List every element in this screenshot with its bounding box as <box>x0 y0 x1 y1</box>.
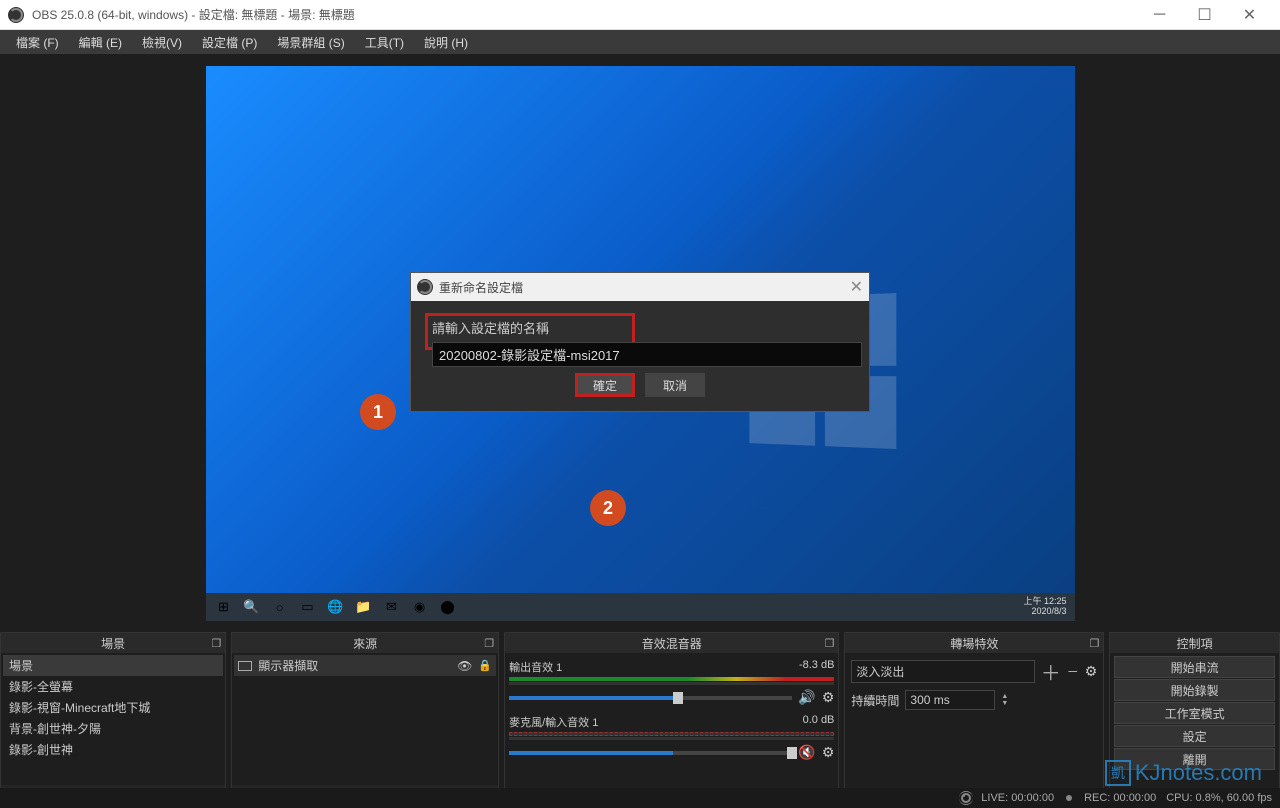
lock-icon[interactable]: 🔒 <box>478 659 492 672</box>
scene-item[interactable]: 錄影-全螢幕 <box>3 676 223 697</box>
popout-icon[interactable]: ❐ <box>1089 637 1099 650</box>
mixer-title: 音效混音器 <box>642 635 702 652</box>
start-streaming-button[interactable]: 開始串流 <box>1114 656 1275 678</box>
transitions-title: 轉場特效 <box>950 635 998 652</box>
volume-slider[interactable] <box>509 696 792 700</box>
menu-file[interactable]: 檔案 (F) <box>6 31 69 54</box>
scene-item[interactable]: 場景 <box>3 655 223 676</box>
source-label: 顯示器擷取 <box>258 657 318 674</box>
controls-title: 控制項 <box>1177 635 1213 652</box>
popout-icon[interactable]: ❐ <box>825 637 835 650</box>
menu-view[interactable]: 檢視(V) <box>132 31 192 54</box>
dialog-titlebar[interactable]: 重新命名設定檔 ✕ <box>411 273 869 301</box>
sources-title: 來源 <box>353 635 377 652</box>
broadcast-icon <box>961 793 971 803</box>
preview-taskbar: ⊞ 🔍 ○ ▭ 🌐 📁 ✉ ◉ ⬤ 上午 12:25 2020/8/3 <box>206 593 1075 621</box>
taskview-icon: ▭ <box>296 595 320 619</box>
vu-meter <box>509 732 834 736</box>
sources-list[interactable]: 顯示器擷取 👁 🔒 <box>232 653 498 785</box>
speaker-muted-icon[interactable]: 🔇 <box>798 744 815 761</box>
source-item[interactable]: 顯示器擷取 👁 🔒 <box>234 655 496 676</box>
window-title: OBS 25.0.8 (64-bit, windows) - 設定檔: 無標題 … <box>32 6 1137 23</box>
edge-icon: 🌐 <box>324 595 348 619</box>
transition-select[interactable]: 淡入淡出 <box>851 660 1034 683</box>
mixer-dock: 音效混音器 ❐ 輸出音效 1 -8.3 dB 🔊 ⚙ 麥克風/輸入音效 1 0.0 d… <box>504 632 839 808</box>
mail-icon: ✉ <box>380 595 404 619</box>
scenes-dock: 場景 ❐ 場景 錄影-全螢幕 錄影-視窗-Minecraft地下城 背景-創世神-… <box>0 632 226 808</box>
scene-item[interactable]: 錄影-創世神 <box>3 739 223 760</box>
speaker-icon[interactable]: 🔊 <box>798 689 815 706</box>
mixer-channel-mic: 麥克風/輸入音效 1 0.0 dB 🔇 ⚙ <box>509 714 834 761</box>
rename-profile-dialog: 重新命名設定檔 ✕ 請輸入設定檔的名稱 確定 取消 <box>410 272 870 412</box>
minimize-button[interactable]: ─ <box>1137 0 1182 30</box>
close-button[interactable]: ✕ <box>1227 0 1272 30</box>
scene-item[interactable]: 錄影-視窗-Minecraft地下城 <box>3 697 223 718</box>
start-recording-button[interactable]: 開始錄製 <box>1114 679 1275 701</box>
ok-button[interactable]: 確定 <box>575 373 635 397</box>
obs-taskbar-icon: ⬤ <box>436 595 460 619</box>
menu-scene-collection[interactable]: 場景群組 (S) <box>267 31 354 54</box>
taskbar-clock: 上午 12:25 2020/8/3 <box>1023 597 1070 617</box>
studio-mode-button[interactable]: 工作室模式 <box>1114 702 1275 724</box>
duration-label: 持續時間 <box>851 692 899 709</box>
annotation-badge-2: 2 <box>590 490 626 526</box>
scenes-title: 場景 <box>101 635 125 652</box>
rec-time: REC: 00:00:00 <box>1084 792 1156 804</box>
volume-slider[interactable] <box>509 751 792 755</box>
scene-item[interactable]: 背景-創世神-夕陽 <box>3 718 223 739</box>
visibility-icon[interactable]: 👁 <box>457 659 472 673</box>
watermark-icon: 凱 <box>1105 760 1131 786</box>
channel-name: 麥克風/輸入音效 1 <box>509 714 598 730</box>
mixer-channel-output: 輸出音效 1 -8.3 dB 🔊 ⚙ <box>509 659 834 706</box>
obs-icon <box>417 279 433 295</box>
cortana-icon: ○ <box>268 595 292 619</box>
channel-name: 輸出音效 1 <box>509 659 562 675</box>
channel-db: -8.3 dB <box>799 659 834 675</box>
annotation-badge-1: 1 <box>360 394 396 430</box>
menu-tools[interactable]: 工具(T) <box>355 31 414 54</box>
popout-icon[interactable]: ❐ <box>484 637 494 650</box>
close-icon[interactable]: ✕ <box>850 277 863 297</box>
duration-stepper[interactable]: ▲▼ <box>1001 693 1008 707</box>
maximize-button[interactable]: ☐ <box>1182 0 1227 30</box>
scenes-list[interactable]: 場景 錄影-全螢幕 錄影-視窗-Minecraft地下城 背景-創世神-夕陽 錄… <box>1 653 225 785</box>
display-capture-icon <box>238 661 252 671</box>
obs-icon <box>8 7 24 23</box>
cancel-button[interactable]: 取消 <box>645 373 705 397</box>
menu-edit[interactable]: 編輯 (E) <box>69 31 132 54</box>
profile-name-input[interactable] <box>432 342 862 367</box>
vu-meter <box>509 677 834 681</box>
menu-profile[interactable]: 設定檔 (P) <box>192 31 267 54</box>
remove-transition-button[interactable]: － <box>1067 663 1079 680</box>
dialog-prompt-label: 請輸入設定檔的名稱 <box>432 318 628 337</box>
duration-input[interactable]: 300 ms <box>905 690 995 710</box>
cpu-stats: CPU: 0.8%, 60.00 fps <box>1166 792 1272 804</box>
add-transition-button[interactable]: ＋ <box>1041 657 1061 686</box>
gear-icon[interactable]: ⚙ <box>822 689 835 706</box>
gear-icon[interactable]: ⚙ <box>1085 663 1098 680</box>
live-time: LIVE: 00:00:00 <box>981 792 1054 804</box>
statusbar: LIVE: 00:00:00 REC: 00:00:00 CPU: 0.8%, … <box>0 788 1280 808</box>
sources-dock: 來源❐ 顯示器擷取 👁 🔒 ＋ － ⚙ ▲▼ <box>231 632 499 808</box>
search-icon: 🔍 <box>240 595 264 619</box>
start-icon: ⊞ <box>212 595 236 619</box>
popout-icon[interactable]: ❐ <box>211 637 221 650</box>
menubar: 檔案 (F) 編輯 (E) 檢視(V) 設定檔 (P) 場景群組 (S) 工具(… <box>0 30 1280 54</box>
watermark: 凱 KJnotes.com <box>1105 760 1262 786</box>
dialog-title-text: 重新命名設定檔 <box>439 279 523 296</box>
gear-icon[interactable]: ⚙ <box>822 744 835 761</box>
transitions-dock: 轉場特效 ❐ 淡入淡出 ＋ － ⚙ 持續時間 300 ms ▲▼ <box>844 632 1104 808</box>
explorer-icon: 📁 <box>352 595 376 619</box>
channel-db: 0.0 dB <box>803 714 835 730</box>
chrome-icon: ◉ <box>408 595 432 619</box>
menu-help[interactable]: 說明 (H) <box>414 31 478 54</box>
window-titlebar: OBS 25.0.8 (64-bit, windows) - 設定檔: 無標題 … <box>0 0 1280 30</box>
rec-dot-icon <box>1066 795 1072 801</box>
settings-button[interactable]: 設定 <box>1114 725 1275 747</box>
annotation-box-1: 請輸入設定檔的名稱 <box>425 313 635 350</box>
